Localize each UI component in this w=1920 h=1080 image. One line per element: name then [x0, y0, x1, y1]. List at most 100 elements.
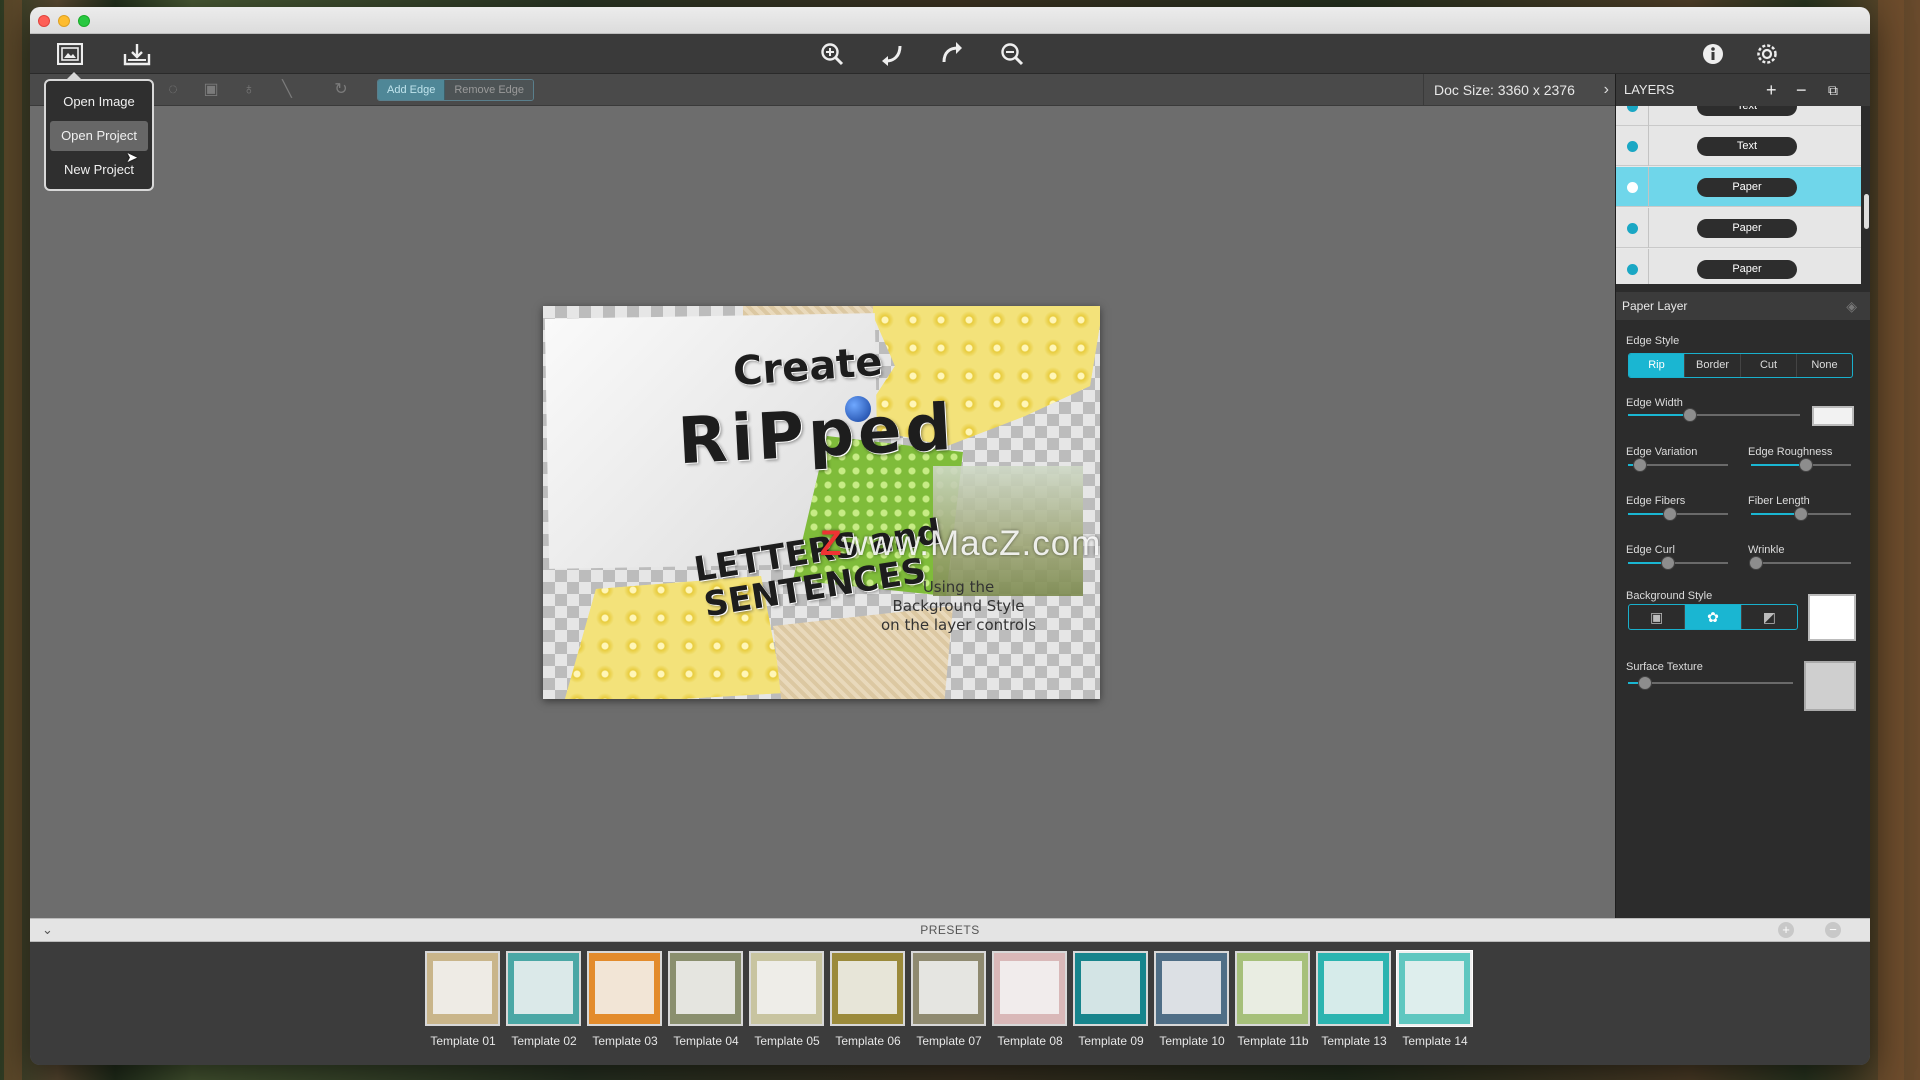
remove-layer-icon[interactable]: −: [1796, 74, 1807, 106]
zoom-in-icon[interactable]: [815, 34, 849, 79]
preset-caption[interactable]: Template 07: [908, 1034, 990, 1048]
line-tool-icon[interactable]: ╲: [276, 79, 298, 101]
preset-thumbnail[interactable]: [911, 951, 986, 1026]
edge-style-border[interactable]: Border: [1684, 354, 1740, 377]
preset-thumbnail[interactable]: [1316, 951, 1391, 1026]
preset-thumbnail-image: [1081, 961, 1140, 1014]
preset-caption[interactable]: Template 05: [746, 1034, 828, 1048]
zoom-window-button[interactable]: [78, 15, 90, 27]
layer-name: Text: [1697, 106, 1797, 116]
add-layer-icon[interactable]: +: [1766, 74, 1777, 106]
edge-color-swatch[interactable]: [1812, 406, 1854, 426]
close-window-button[interactable]: [38, 15, 50, 27]
edge-variation-label: Edge Variation: [1626, 446, 1698, 458]
edge-style-rip[interactable]: Rip: [1629, 354, 1684, 377]
preset-thumbnail[interactable]: [668, 951, 743, 1026]
layer-row[interactable]: Paper: [1616, 208, 1861, 248]
layer-scrollbar[interactable]: [1864, 194, 1869, 229]
watermark-text: www.MacZ.com: [842, 524, 1102, 563]
info-icon[interactable]: [1696, 34, 1730, 78]
export-icon[interactable]: [120, 34, 154, 79]
visibility-dot-icon[interactable]: [1627, 106, 1638, 112]
preset-thumbnail[interactable]: [992, 951, 1067, 1026]
preset-caption[interactable]: Template 13: [1313, 1034, 1395, 1048]
paper-options-icon[interactable]: ◈: [1846, 292, 1857, 320]
person-select-icon[interactable]: ▣: [200, 79, 222, 101]
edge-roughness-slider[interactable]: [1751, 458, 1851, 472]
bg-image-icon[interactable]: ▣: [1629, 605, 1684, 629]
layer-row[interactable]: Paper: [1616, 249, 1861, 284]
preset-thumbnail-image: [757, 961, 816, 1014]
duplicate-layer-icon[interactable]: ⧉: [1828, 74, 1838, 106]
visibility-dot-icon[interactable]: [1627, 264, 1638, 275]
layers-header: LAYERS + − ⧉: [1616, 74, 1870, 106]
layer-row[interactable]: Text: [1616, 126, 1861, 166]
add-preset-icon[interactable]: +: [1778, 922, 1794, 938]
layer-row-selected[interactable]: Paper: [1616, 167, 1861, 207]
menu-open-image[interactable]: Open Image: [50, 87, 148, 117]
preset-thumbnail[interactable]: [1154, 951, 1229, 1026]
preset-thumbnail[interactable]: [425, 951, 500, 1026]
canvas-area[interactable]: Create RiPped LETTERS and SENTENCES Usin…: [30, 106, 1615, 918]
surface-texture-slider[interactable]: [1628, 676, 1793, 690]
preset-caption[interactable]: Template 11b: [1232, 1034, 1314, 1048]
redo-icon[interactable]: [935, 34, 969, 79]
edge-style-cut[interactable]: Cut: [1740, 354, 1796, 377]
wrinkle-slider[interactable]: [1749, 556, 1851, 570]
edge-fibers-slider[interactable]: [1628, 507, 1728, 521]
preset-thumbnail[interactable]: [749, 951, 824, 1026]
preset-thumbnail-image: [1243, 961, 1302, 1014]
preset-caption[interactable]: Template 10: [1151, 1034, 1233, 1048]
bg-paint-icon[interactable]: ◩: [1740, 605, 1797, 629]
lasso-icon[interactable]: ◌: [162, 79, 184, 101]
right-sidebar: LAYERS + − ⧉ Text Text Paper Paper Paper…: [1615, 74, 1870, 918]
preset-caption[interactable]: Template 08: [989, 1034, 1071, 1048]
layer-row[interactable]: Text: [1616, 106, 1861, 126]
minimize-window-button[interactable]: [58, 15, 70, 27]
edge-width-slider[interactable]: [1628, 408, 1800, 422]
menu-open-project[interactable]: Open Project: [50, 121, 148, 151]
preset-caption[interactable]: Template 01: [422, 1034, 504, 1048]
visibility-dot-icon[interactable]: [1627, 141, 1638, 152]
layer-name: Text: [1697, 137, 1797, 156]
preset-thumbnail[interactable]: [587, 951, 662, 1026]
preset-caption[interactable]: Template 04: [665, 1034, 747, 1048]
pin-icon[interactable]: ♁: [238, 79, 260, 101]
preset-thumbnail-image: [1324, 961, 1383, 1014]
preset-thumbnail-image: [838, 961, 897, 1014]
preset-caption[interactable]: Template 03: [584, 1034, 666, 1048]
preset-thumbnail-image: [1000, 961, 1059, 1014]
edge-curl-slider[interactable]: [1628, 556, 1728, 570]
edge-toolbar: ◌ ▣ ♁ ╲ ↻ Add Edge Remove Edge Doc Size:…: [30, 74, 1615, 106]
background-color-swatch[interactable]: [1808, 594, 1856, 641]
preset-thumbnail[interactable]: [830, 951, 905, 1026]
preset-thumbnail[interactable]: [1397, 951, 1472, 1026]
visibility-dot-icon[interactable]: [1627, 182, 1638, 193]
doc-size[interactable]: Doc Size: 3360 x 2376 ›: [1423, 74, 1615, 106]
edge-variation-slider[interactable]: [1628, 458, 1728, 472]
fiber-length-slider[interactable]: [1751, 507, 1851, 521]
preset-caption[interactable]: Template 02: [503, 1034, 585, 1048]
preset-thumbnail[interactable]: [1235, 951, 1310, 1026]
edge-style-none[interactable]: None: [1796, 354, 1852, 377]
preset-caption[interactable]: Template 14: [1394, 1034, 1476, 1048]
surface-texture-swatch[interactable]: [1804, 661, 1856, 711]
rotate-icon[interactable]: ↻: [330, 79, 352, 101]
settings-icon[interactable]: [1750, 34, 1784, 78]
preset-caption[interactable]: Template 09: [1070, 1034, 1152, 1048]
artboard[interactable]: Create RiPped LETTERS and SENTENCES Usin…: [543, 306, 1100, 699]
preset-caption[interactable]: Template 06: [827, 1034, 909, 1048]
preset-thumbnail[interactable]: [1073, 951, 1148, 1026]
bg-blend-icon[interactable]: ✿: [1684, 605, 1741, 629]
zoom-out-icon[interactable]: [995, 34, 1029, 79]
layer-name: Paper: [1697, 219, 1797, 238]
chevron-right-icon[interactable]: ›: [1604, 74, 1609, 106]
remove-edge-button[interactable]: Remove Edge: [444, 80, 534, 100]
remove-preset-icon[interactable]: −: [1825, 922, 1841, 938]
undo-icon[interactable]: [875, 34, 909, 79]
edge-style-selector: Rip Border Cut None: [1628, 353, 1853, 378]
add-edge-button[interactable]: Add Edge: [378, 80, 445, 100]
presets-title: PRESETS: [920, 923, 980, 937]
preset-thumbnail[interactable]: [506, 951, 581, 1026]
visibility-dot-icon[interactable]: [1627, 223, 1638, 234]
